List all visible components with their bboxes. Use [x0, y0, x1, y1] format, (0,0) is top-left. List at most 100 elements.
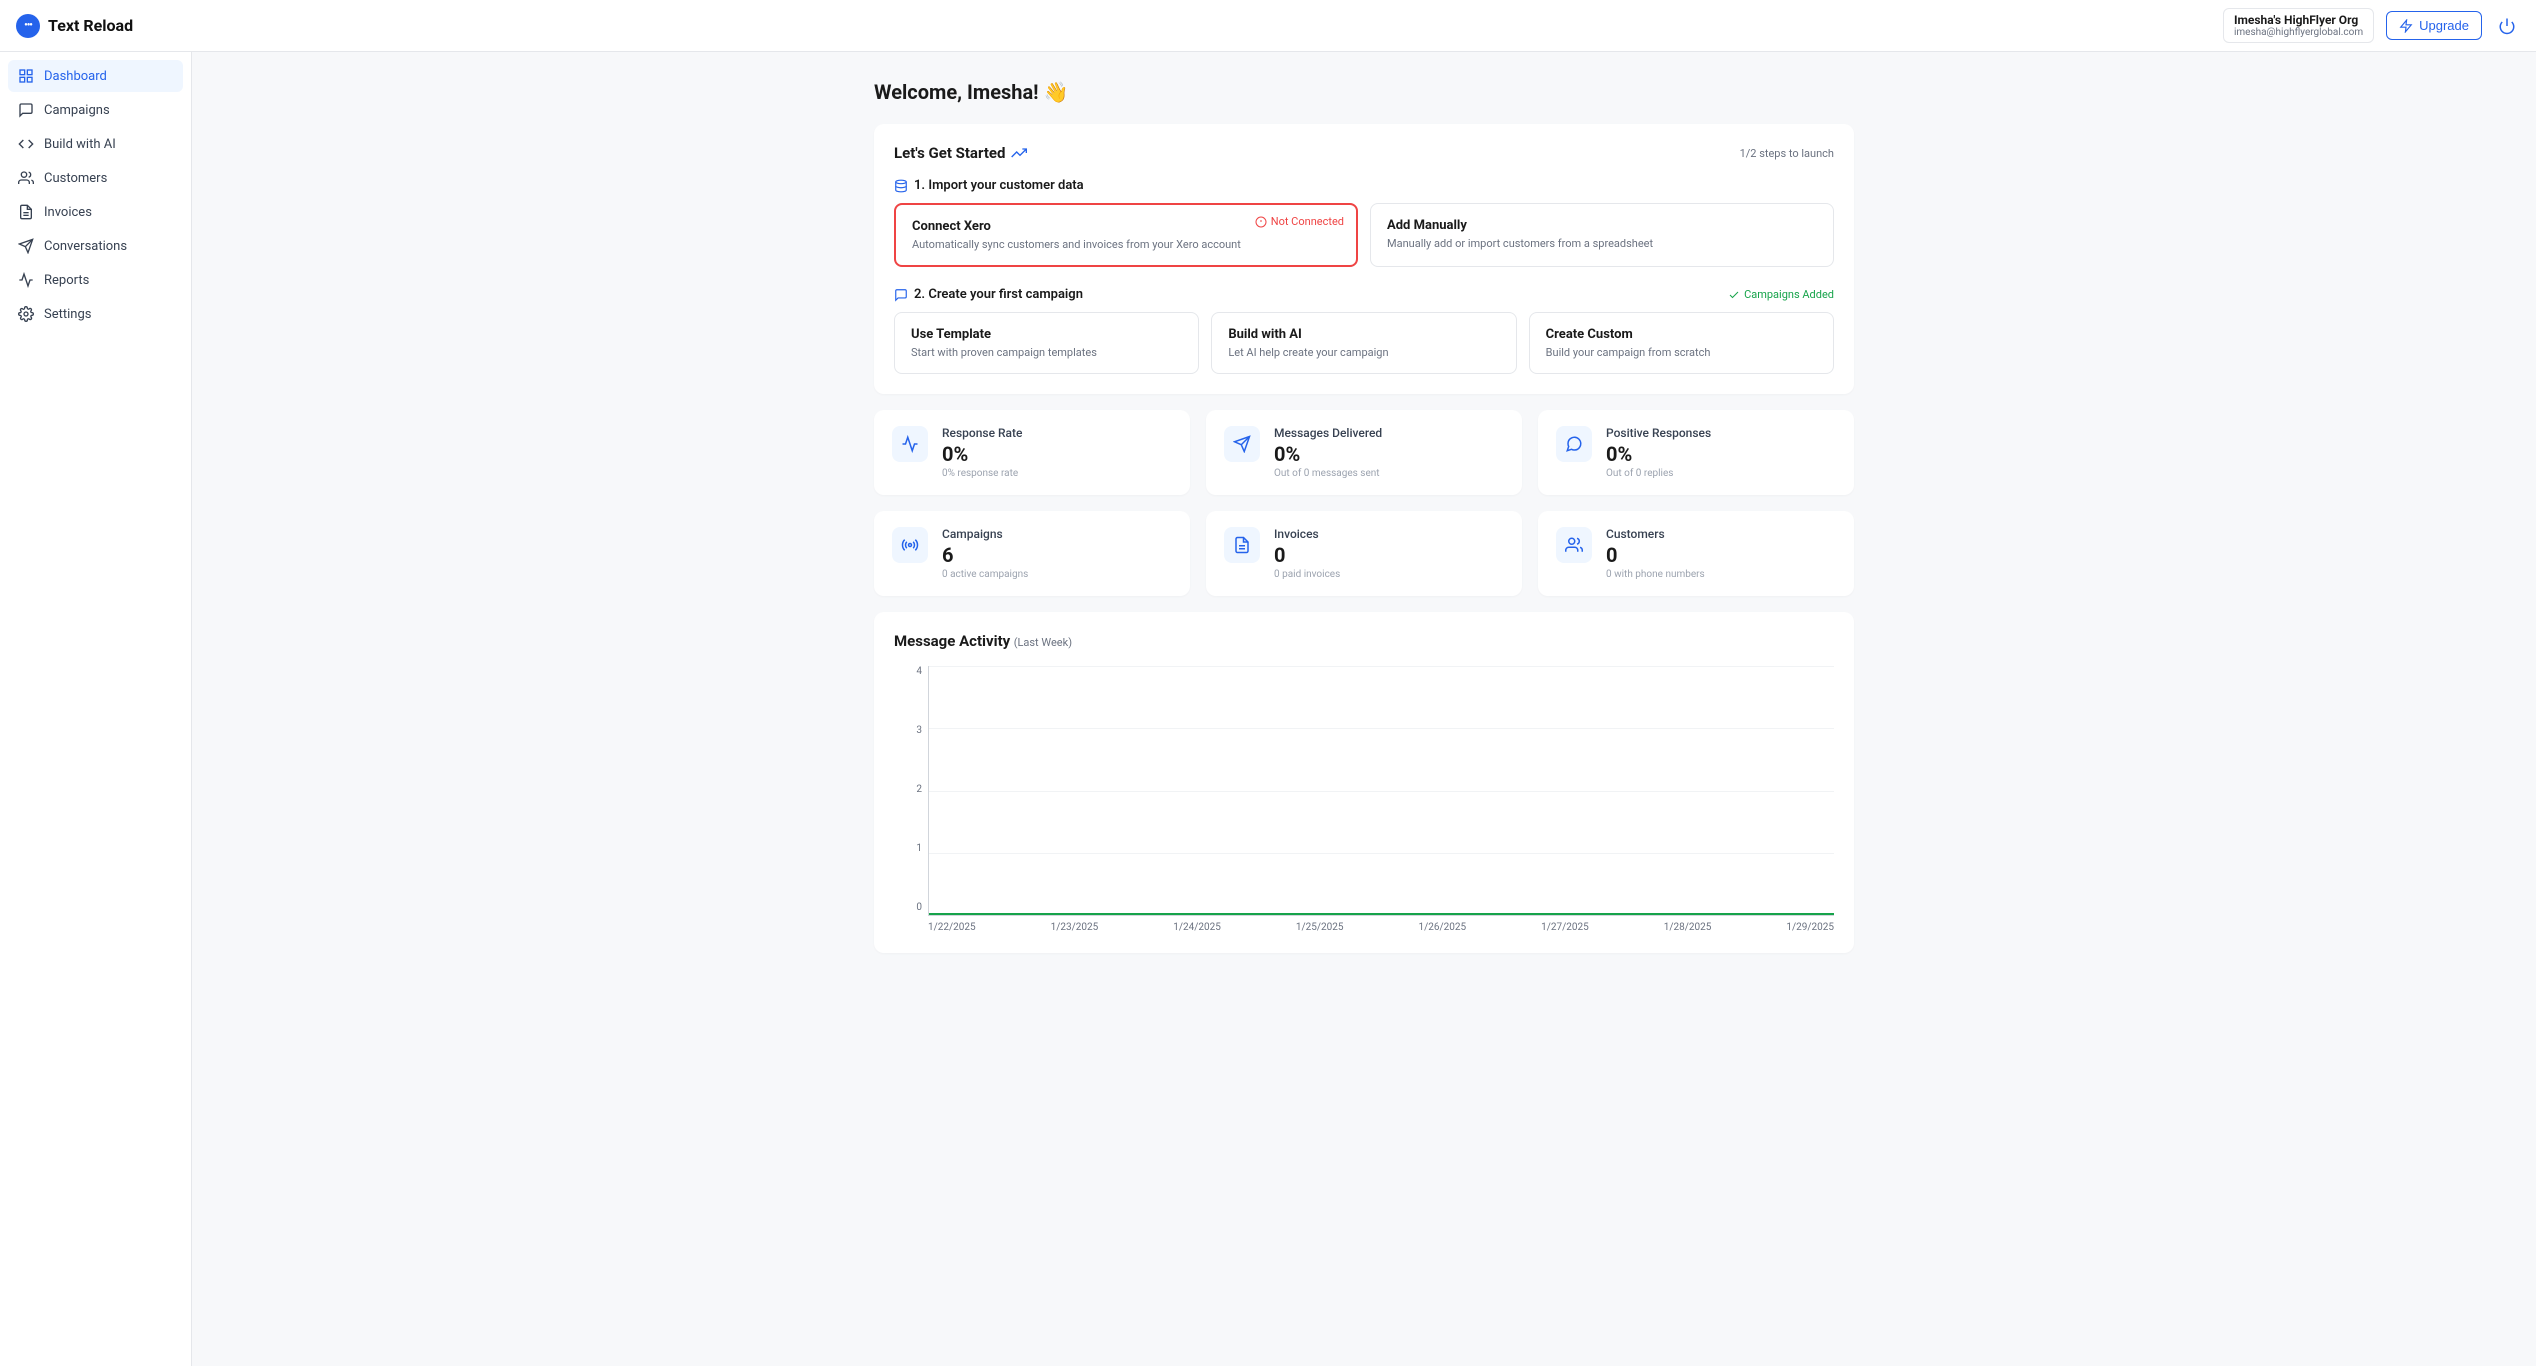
- stat-customers: Customers 0 0 with phone numbers: [1538, 511, 1854, 596]
- series-line: [929, 913, 1834, 915]
- connect-xero-card[interactable]: Not Connected Connect Xero Automatically…: [894, 203, 1358, 267]
- option-desc: Start with proven campaign templates: [911, 346, 1182, 359]
- stat-label: Customers: [1606, 527, 1705, 541]
- activity-icon: [18, 272, 34, 288]
- option-title: Add Manually: [1387, 218, 1817, 233]
- upgrade-label: Upgrade: [2419, 18, 2469, 33]
- add-manually-card[interactable]: Add Manually Manually add or import cust…: [1370, 203, 1834, 267]
- option-desc: Build your campaign from scratch: [1546, 346, 1817, 359]
- stat-value: 0: [1274, 543, 1340, 567]
- topbar: ••• Text Reload Imesha's HighFlyer Org i…: [0, 0, 2536, 52]
- x-axis: 1/22/2025 1/23/2025 1/24/2025 1/25/2025 1/26…: [928, 922, 1834, 933]
- step1-head: 1. Import your customer data: [894, 178, 1834, 193]
- stat-positive-responses: Positive Responses 0% Out of 0 replies: [1538, 410, 1854, 495]
- x-tick: 1/25/2025: [1296, 922, 1344, 933]
- sidebar-item-build-ai[interactable]: Build with AI: [8, 128, 183, 160]
- x-tick: 1/23/2025: [1051, 922, 1099, 933]
- campaigns-added-text: Campaigns Added: [1744, 288, 1834, 301]
- lightning-icon: [2399, 19, 2413, 33]
- create-custom-card[interactable]: Create Custom Build your campaign from s…: [1529, 312, 1834, 374]
- option-title: Create Custom: [1546, 327, 1817, 342]
- x-tick: 1/28/2025: [1664, 922, 1712, 933]
- send-icon: [1224, 426, 1260, 462]
- code-icon: [18, 136, 34, 152]
- option-title: Use Template: [911, 327, 1182, 342]
- upgrade-button[interactable]: Upgrade: [2386, 11, 2482, 40]
- x-tick: 1/24/2025: [1173, 922, 1221, 933]
- power-button[interactable]: [2494, 13, 2520, 39]
- option-desc: Let AI help create your campaign: [1228, 346, 1499, 359]
- stat-value: 0%: [1274, 442, 1382, 466]
- stat-label: Response Rate: [942, 426, 1022, 440]
- x-tick: 1/27/2025: [1541, 922, 1589, 933]
- database-icon: [894, 179, 908, 193]
- activity-icon: [892, 426, 928, 462]
- stat-value: 6: [942, 543, 1028, 567]
- steps-progress: 1/2 steps to launch: [1740, 147, 1834, 160]
- message-square-icon: [894, 288, 908, 302]
- message-activity-title: Message Activity: [894, 632, 1010, 650]
- file-icon: [1224, 527, 1260, 563]
- sidebar-item-label: Customers: [44, 171, 107, 186]
- sidebar-item-customers[interactable]: Customers: [8, 162, 183, 194]
- stat-value: 0%: [942, 442, 1022, 466]
- stat-sub: 0 with phone numbers: [1606, 569, 1705, 580]
- option-title: Build with AI: [1228, 327, 1499, 342]
- get-started-title-text: Let's Get Started: [894, 144, 1005, 162]
- org-email: imesha@highflyerglobal.com: [2234, 27, 2363, 38]
- stat-messages-delivered: Messages Delivered 0% Out of 0 messages …: [1206, 410, 1522, 495]
- sidebar-item-dashboard[interactable]: Dashboard: [8, 60, 183, 92]
- logo[interactable]: ••• Text Reload: [16, 14, 133, 38]
- grid-icon: [18, 68, 34, 84]
- x-tick: 1/29/2025: [1786, 922, 1834, 933]
- use-template-card[interactable]: Use Template Start with proven campaign …: [894, 312, 1199, 374]
- message-activity-subtitle: (Last Week): [1014, 636, 1072, 649]
- sidebar-item-label: Reports: [44, 273, 89, 288]
- y-tick: 1: [894, 843, 922, 854]
- sidebar-item-label: Settings: [44, 307, 91, 322]
- chat-icon: [1556, 426, 1592, 462]
- trending-up-icon: [1011, 145, 1027, 161]
- chat-icon: •••: [16, 14, 40, 38]
- sidebar-item-label: Build with AI: [44, 137, 116, 152]
- x-tick: 1/22/2025: [928, 922, 976, 933]
- not-connected-text: Not Connected: [1271, 215, 1344, 228]
- chart: 43210 1/22/20251/23/20251/24/20251/25/20…: [894, 666, 1834, 933]
- main-content: Welcome, Imesha! 👋 Let's Get Started 1/2…: [192, 52, 2536, 1366]
- sidebar-item-invoices[interactable]: Invoices: [8, 196, 183, 228]
- sidebar-item-settings[interactable]: Settings: [8, 298, 183, 330]
- not-connected-badge: Not Connected: [1255, 215, 1344, 228]
- plot-area: [928, 666, 1834, 916]
- sidebar-item-conversations[interactable]: Conversations: [8, 230, 183, 262]
- sidebar-item-reports[interactable]: Reports: [8, 264, 183, 296]
- broadcast-icon: [892, 527, 928, 563]
- file-icon: [18, 204, 34, 220]
- stat-response-rate: Response Rate 0% 0% response rate: [874, 410, 1190, 495]
- sidebar-item-campaigns[interactable]: Campaigns: [8, 94, 183, 126]
- y-tick: 4: [894, 666, 922, 677]
- stat-label: Invoices: [1274, 527, 1340, 541]
- message-activity-card: Message Activity (Last Week) 43210 1/22/…: [874, 612, 1854, 953]
- gridline: [929, 666, 1834, 667]
- step2-head: 2. Create your first campaign: [894, 287, 1083, 302]
- power-icon: [2498, 17, 2516, 35]
- stat-sub: Out of 0 replies: [1606, 468, 1711, 479]
- org-selector[interactable]: Imesha's HighFlyer Org imesha@highflyerg…: [2223, 8, 2374, 43]
- sidebar-item-label: Conversations: [44, 239, 127, 254]
- x-tick: 1/26/2025: [1419, 922, 1467, 933]
- get-started-card: Let's Get Started 1/2 steps to launch 1.…: [874, 124, 1854, 394]
- sidebar-item-label: Invoices: [44, 205, 92, 220]
- build-ai-card[interactable]: Build with AI Let AI help create your ca…: [1211, 312, 1516, 374]
- check-icon: [1728, 289, 1740, 301]
- step2-title: 2. Create your first campaign: [914, 287, 1083, 302]
- sidebar: Dashboard Campaigns Build with AI Custom…: [0, 52, 192, 1366]
- stat-sub: 0 paid invoices: [1274, 569, 1340, 580]
- gridline: [929, 853, 1834, 854]
- y-tick: 3: [894, 725, 922, 736]
- gear-icon: [18, 306, 34, 322]
- stat-value: 0%: [1606, 442, 1711, 466]
- get-started-title: Let's Get Started: [894, 144, 1027, 162]
- step1-title: 1. Import your customer data: [914, 178, 1084, 193]
- gridline: [929, 728, 1834, 729]
- stat-label: Positive Responses: [1606, 426, 1711, 440]
